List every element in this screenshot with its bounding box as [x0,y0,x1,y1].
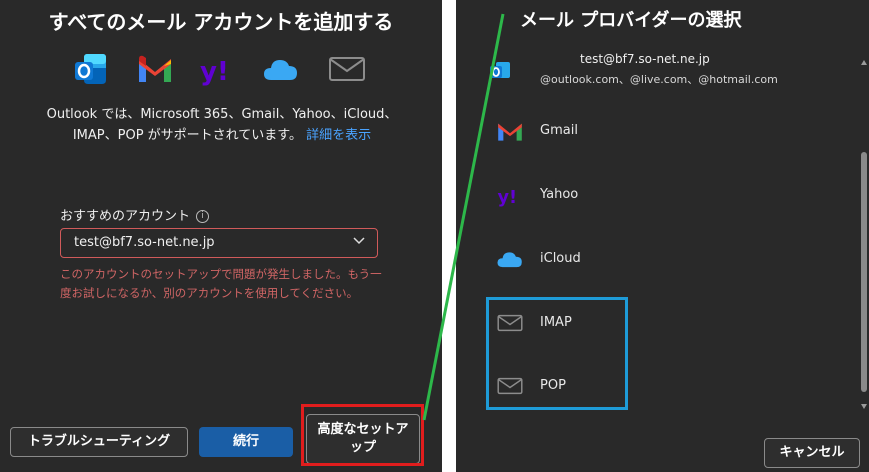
cancel-button[interactable]: キャンセル [764,438,860,468]
connector-arrow [422,13,505,421]
